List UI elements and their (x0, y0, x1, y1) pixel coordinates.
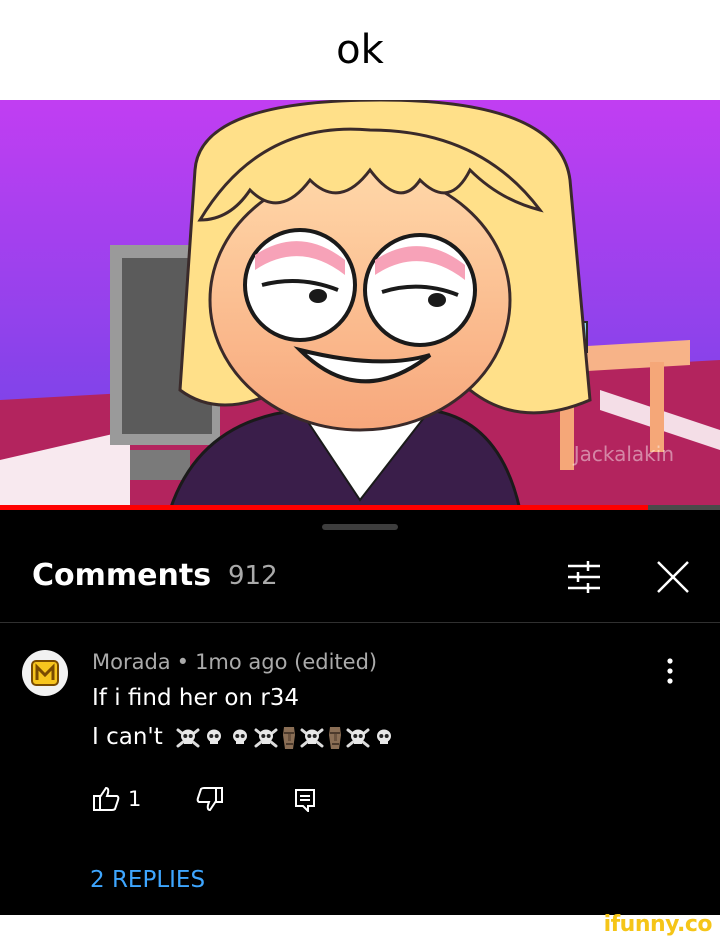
skull-crossbones-emoji-icon (300, 727, 324, 749)
avatar[interactable] (22, 650, 68, 696)
emoji-row (176, 725, 396, 751)
comments-count: 912 (228, 561, 278, 591)
comments-panel: Comments 912 Morada • 1mo ago (edited) I… (0, 510, 720, 915)
comment-author[interactable]: Morada (92, 650, 171, 674)
reply-button[interactable] (294, 788, 316, 816)
comment-time: 1mo ago (195, 650, 288, 674)
comment-edited: (edited) (294, 650, 378, 674)
like-count: 1 (128, 787, 142, 811)
moai-emoji-icon (326, 725, 344, 751)
dislike-button[interactable] (196, 786, 224, 816)
like-button[interactable]: 1 (92, 786, 141, 812)
thumbs-up-icon (93, 786, 120, 811)
skull-crossbones-emoji-icon (176, 727, 200, 749)
morada-logo-icon (31, 660, 59, 686)
meme-caption: ok (336, 27, 384, 73)
skull-crossbones-emoji-icon (254, 727, 278, 749)
site-watermark: ifunny.co (603, 912, 713, 937)
comment-text-line-2-label: I can't (92, 724, 163, 750)
video-player[interactable]: Jackalakin (0, 100, 720, 510)
header-divider (0, 622, 720, 623)
close-icon[interactable] (656, 560, 690, 598)
comment-text-line-1: If i find her on r34 (92, 685, 300, 711)
drag-handle[interactable] (322, 524, 398, 530)
skull-crossbones-emoji-icon (346, 727, 370, 749)
moai-emoji-icon (280, 725, 298, 751)
video-watermark: Jackalakin (573, 442, 674, 466)
view-replies-button[interactable]: 2 REPLIES (90, 867, 205, 893)
more-vert-icon[interactable] (666, 658, 674, 688)
skull-emoji-icon (372, 727, 396, 749)
skull-emoji-icon (228, 727, 252, 749)
meta-separator: • (176, 650, 190, 674)
reply-comment-icon (295, 789, 315, 814)
skull-emoji-icon (202, 727, 226, 749)
sort-sliders-icon[interactable] (566, 560, 602, 598)
thumbs-down-icon (196, 787, 223, 812)
comment-meta: Morada • 1mo ago (edited) (92, 650, 377, 674)
comments-title: Comments (32, 558, 212, 593)
comment-text-line-2: I can't (92, 724, 396, 751)
